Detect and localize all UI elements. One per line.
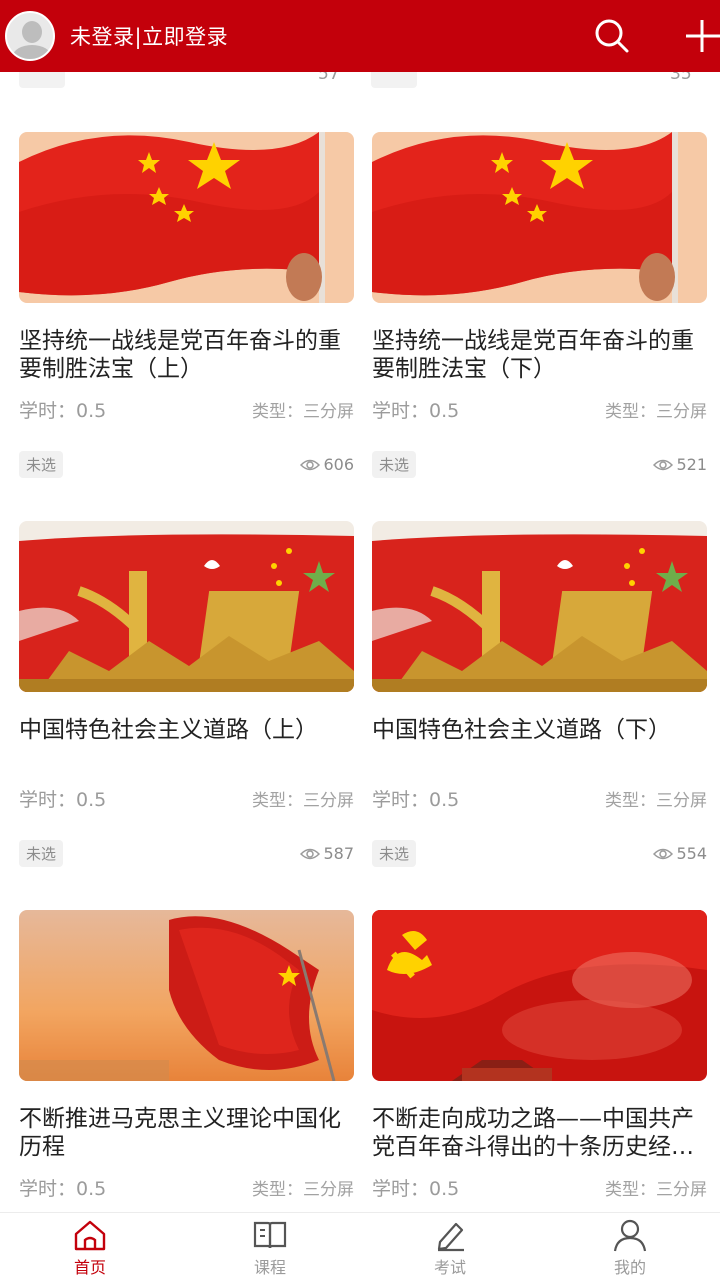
eye-icon (300, 848, 321, 859)
course-hours: 学时：0.5 (19, 789, 107, 811)
nav-courses[interactable]: 课程 (180, 1213, 360, 1280)
eye-icon (653, 848, 674, 859)
book-icon (253, 1221, 287, 1248)
course-thumbnail[interactable] (372, 910, 707, 1081)
course-grid: 坚持统一战线是党百年奋斗的重要制胜法宝（上） 学时：0.5 类型：三分屏 未选 … (19, 132, 707, 1212)
status-badge: 未选 (19, 451, 64, 478)
avatar[interactable] (5, 11, 55, 61)
course-title[interactable]: 中国特色社会主义道路（下） (372, 716, 707, 772)
course-feed[interactable]: 57 35 坚持统一战线是党百年奋斗的重要制胜法宝（上） 学时：0.5 类型：三… (0, 0, 720, 1212)
course-thumbnail[interactable] (19, 521, 354, 692)
course-title[interactable]: 坚持统一战线是党百年奋斗的重要制胜法宝（上） (19, 327, 354, 383)
eye-icon (653, 459, 674, 470)
course-card[interactable]: 坚持统一战线是党百年奋斗的重要制胜法宝（上） 学时：0.5 类型：三分屏 未选 … (19, 132, 354, 521)
search-icon[interactable] (592, 16, 632, 56)
course-hours: 学时：0.5 (19, 400, 107, 422)
course-type: 类型：三分屏 (252, 791, 354, 811)
app-root: 57 35 坚持统一战线是党百年奋斗的重要制胜法宝（上） 学时：0.5 类型：三… (0, 0, 720, 1280)
pen-icon (437, 1222, 464, 1251)
bottom-navigation: 首页 课程 考试 我的 (0, 1212, 720, 1280)
course-type: 类型：三分屏 (605, 1180, 707, 1200)
nav-label: 考试 (433, 1257, 466, 1277)
course-title[interactable]: 中国特色社会主义道路（上） (19, 716, 354, 772)
course-thumbnail[interactable] (19, 132, 354, 303)
course-card[interactable]: 中国特色社会主义道路（下） 学时：0.5 类型：三分屏 未选 554 (372, 521, 707, 910)
course-card[interactable]: 坚持统一战线是党百年奋斗的重要制胜法宝（下） 学时：0.5 类型：三分屏 未选 … (372, 132, 707, 521)
nav-label: 首页 (73, 1257, 106, 1277)
nav-profile[interactable]: 我的 (540, 1213, 720, 1280)
top-header: 未登录|立即登录 (0, 0, 720, 72)
nav-home[interactable]: 首页 (0, 1213, 180, 1280)
login-link[interactable]: 未登录|立即登录 (70, 21, 228, 51)
course-hours: 学时：0.5 (372, 1178, 460, 1200)
course-hours: 学时：0.5 (19, 1178, 107, 1200)
home-icon (74, 1220, 106, 1250)
course-card[interactable]: 不断走向成功之路——中国共产党百年奋斗得出的十条历史经… 学时：0.5 类型：三… (372, 910, 707, 1212)
view-count: 521 (676, 455, 707, 474)
course-thumbnail[interactable] (372, 132, 707, 303)
view-count: 554 (676, 844, 707, 863)
plus-icon[interactable] (684, 18, 720, 54)
course-title[interactable]: 不断推进马克思主义理论中国化历程 (19, 1105, 354, 1161)
course-type: 类型：三分屏 (252, 402, 354, 422)
user-icon (613, 1219, 647, 1251)
course-thumbnail[interactable] (372, 521, 707, 692)
course-card[interactable]: 中国特色社会主义道路（上） 学时：0.5 类型：三分屏 未选 587 (19, 521, 354, 910)
course-card[interactable]: 不断推进马克思主义理论中国化历程 学时：0.5 类型：三分屏 (19, 910, 354, 1212)
nav-label: 课程 (253, 1257, 286, 1277)
course-type: 类型：三分屏 (605, 791, 707, 811)
nav-exam[interactable]: 考试 (360, 1213, 540, 1280)
course-thumbnail[interactable] (19, 910, 354, 1081)
course-title[interactable]: 坚持统一战线是党百年奋斗的重要制胜法宝（下） (372, 327, 707, 383)
course-title[interactable]: 不断走向成功之路——中国共产党百年奋斗得出的十条历史经… (372, 1105, 707, 1161)
course-hours: 学时：0.5 (372, 789, 460, 811)
view-count: 587 (323, 844, 354, 863)
status-badge: 未选 (372, 840, 417, 867)
view-count: 606 (323, 455, 354, 474)
course-type: 类型：三分屏 (252, 1180, 354, 1200)
nav-label: 我的 (613, 1257, 646, 1277)
status-badge: 未选 (19, 840, 64, 867)
eye-icon (300, 459, 321, 470)
status-badge: 未选 (372, 451, 417, 478)
course-type: 类型：三分屏 (605, 402, 707, 422)
course-hours: 学时：0.5 (372, 400, 460, 422)
